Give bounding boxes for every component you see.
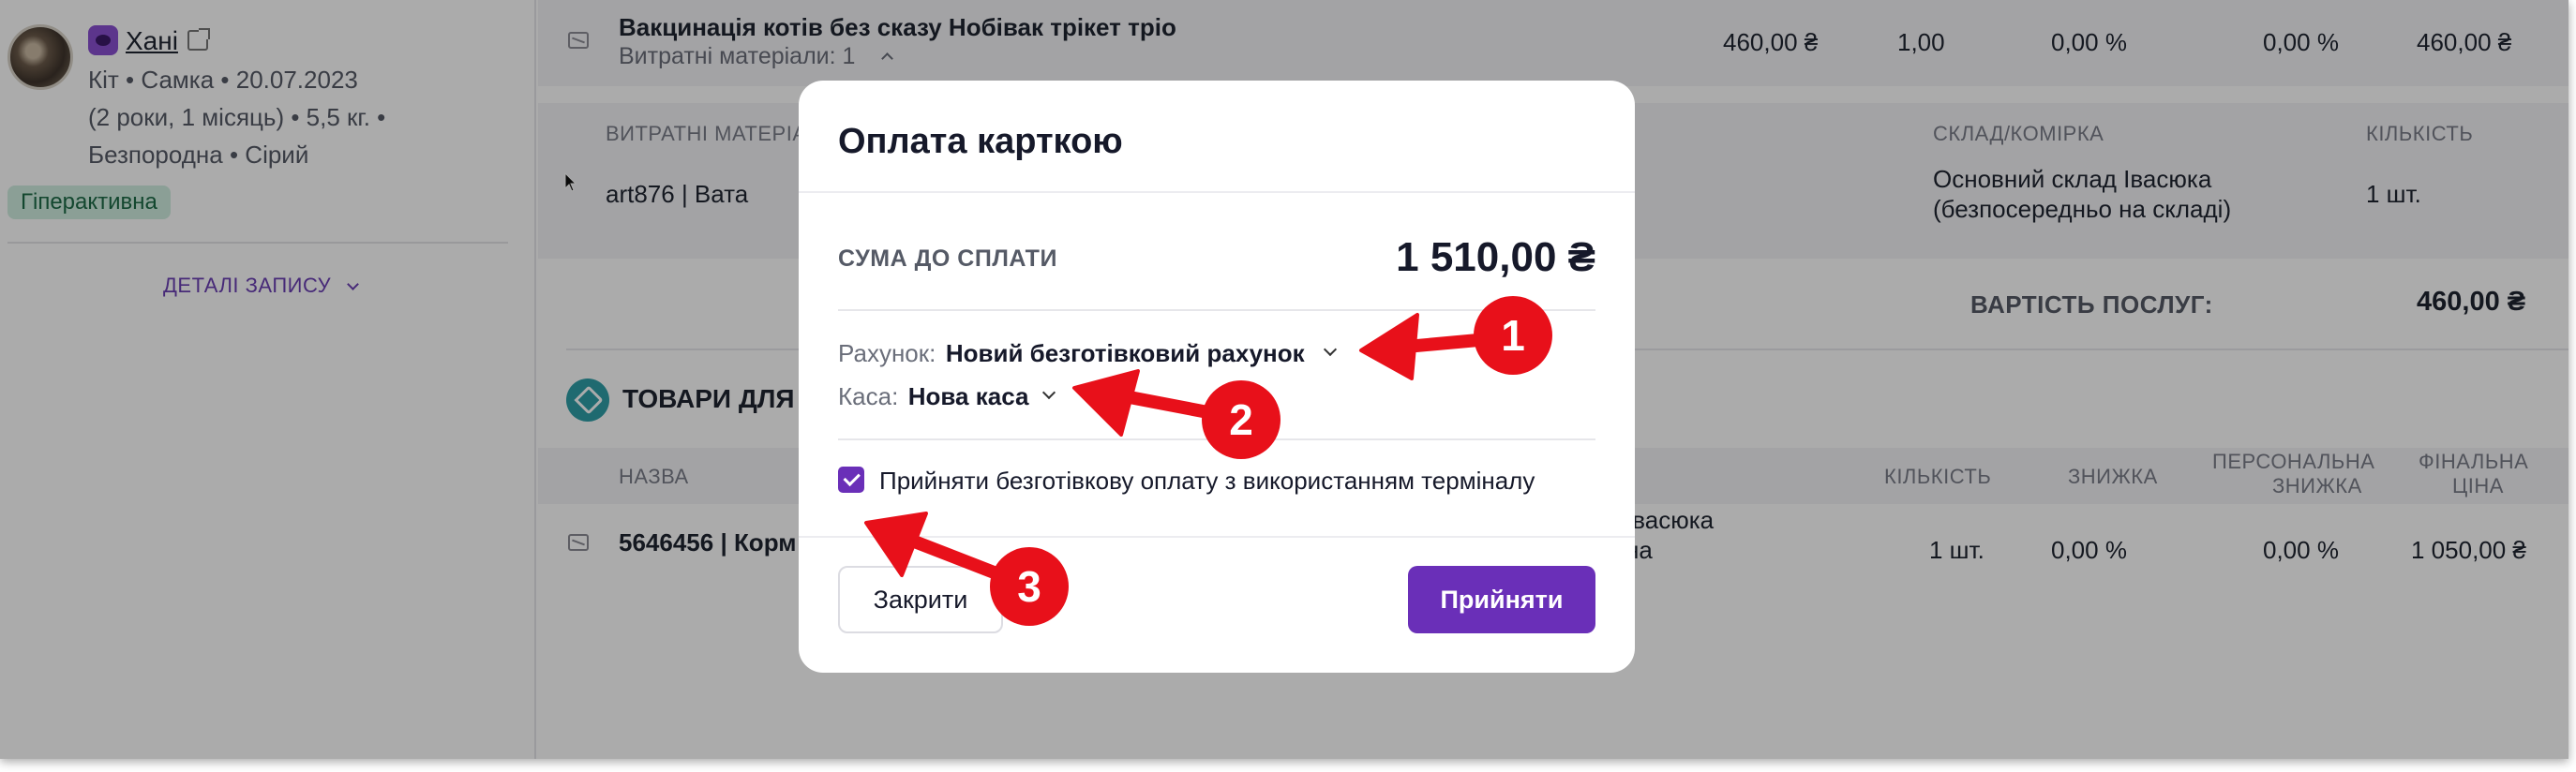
divider (799, 536, 1635, 538)
account-select[interactable]: Рахунок: Новий безготівковий рахунок (838, 339, 1305, 368)
chevron-down-icon[interactable] (1041, 385, 1056, 400)
cashbox-label: Каса: (838, 382, 899, 410)
cashbox-select[interactable]: Каса: Нова каса (838, 382, 1028, 411)
account-label: Рахунок: (838, 339, 936, 367)
amount-due-label: СУМА ДО СПЛАТИ (838, 245, 1057, 272)
dialog-title: Оплата карткою (838, 122, 1123, 161)
account-value: Новий безготівковий рахунок (945, 339, 1305, 367)
chevron-down-icon[interactable] (1323, 342, 1338, 357)
app-window: Хані Кіт • Самка • 20.07.2023 (2 роки, 1… (0, 0, 2569, 759)
cashbox-value: Нова каса (907, 382, 1029, 410)
close-button[interactable]: Закрити (838, 566, 1003, 633)
accept-button[interactable]: Прийняти (1408, 566, 1595, 633)
divider (838, 438, 1595, 440)
amount-due-value: 1 510,00 ₴ (1396, 234, 1595, 280)
card-payment-dialog: Оплата карткою СУМА ДО СПЛАТИ 1 510,00 ₴… (799, 81, 1635, 673)
terminal-checkbox-label[interactable]: Прийняти безготівкову оплату з використа… (879, 467, 1535, 496)
divider (799, 191, 1635, 193)
terminal-checkbox[interactable] (838, 467, 864, 493)
divider (838, 309, 1595, 311)
